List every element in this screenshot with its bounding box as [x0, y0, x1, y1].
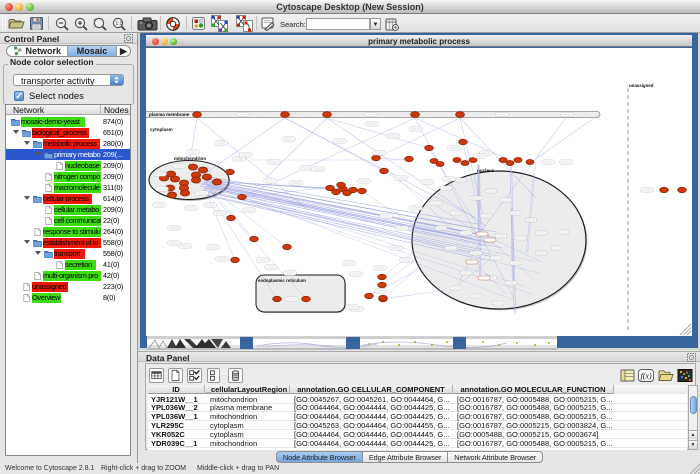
- svg-text:plasma membrane: plasma membrane: [149, 112, 190, 117]
- svg-text:cytoplasm: cytoplasm: [150, 127, 173, 132]
- svg-text:f(x): f(x): [641, 372, 652, 381]
- svg-text:1:1: 1:1: [115, 21, 122, 27]
- svg-text:unassigned: unassigned: [629, 83, 654, 88]
